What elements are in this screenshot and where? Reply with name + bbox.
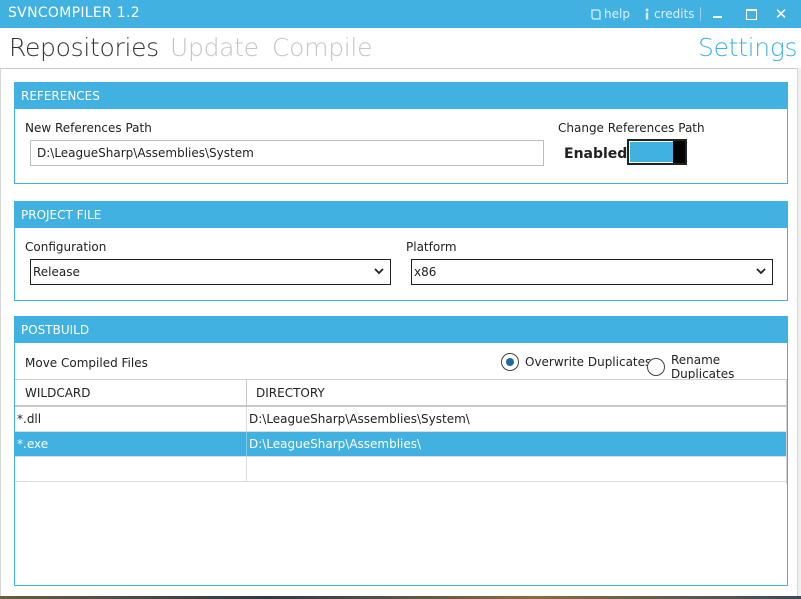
tab-repositories[interactable]: Repositories	[9, 33, 159, 62]
column-separator[interactable]	[246, 380, 247, 406]
cell-separator	[246, 432, 247, 456]
wildcard-cell[interactable]: *.exe	[17, 432, 48, 456]
postbuild-grid: WILDCARD DIRECTORY *.dll D:\LeagueSharp\…	[15, 379, 787, 484]
title-bar: SVNCOMPILER 1.2 help credits ✕	[0, 0, 801, 28]
configuration-value: Release	[33, 265, 80, 279]
directory-cell[interactable]: D:\LeagueSharp\Assemblies\System\	[249, 407, 470, 431]
references-path-input[interactable]: D:\LeagueSharp\Assemblies\System	[30, 140, 544, 166]
close-button[interactable]: ✕	[771, 4, 791, 24]
references-group: REFERENCES New References Path D:\League…	[14, 82, 788, 184]
help-book-icon	[591, 8, 601, 20]
column-header-wildcard[interactable]: WILDCARD	[25, 380, 91, 406]
close-icon: ✕	[774, 5, 788, 23]
chevron-down-icon	[756, 268, 766, 275]
references-path-label: New References Path	[25, 121, 152, 135]
wildcard-cell[interactable]: *.dll	[17, 407, 41, 431]
tab-compile[interactable]: Compile	[272, 33, 372, 62]
cell-separator	[246, 407, 247, 431]
directory-cell[interactable]: D:\LeagueSharp\Assemblies\	[249, 432, 421, 456]
grid-right-border	[786, 379, 787, 484]
move-compiled-label: Move Compiled Files	[25, 356, 148, 370]
column-header-directory[interactable]: DIRECTORY	[256, 380, 325, 406]
rename-duplicates-label: Rename Duplicates	[670, 353, 735, 381]
settings-link[interactable]: Settings	[698, 33, 798, 62]
postbuild-group: POSTBUILD Move Compiled Files Overwrite …	[14, 316, 788, 586]
platform-select[interactable]: x86	[411, 259, 773, 285]
overwrite-duplicates-radio[interactable]: Overwrite Duplicates	[501, 353, 651, 371]
project-file-group: PROJECT FILE Configuration Release Platf…	[14, 201, 788, 301]
radio-unselected-icon	[647, 358, 665, 376]
table-row-selected[interactable]: *.exe D:\LeagueSharp\Assemblies\	[15, 432, 787, 457]
platform-label: Platform	[406, 240, 457, 254]
cell-separator	[246, 457, 247, 482]
toggle-thumb[interactable]	[673, 141, 685, 163]
toggle-fill	[630, 142, 673, 162]
credits-link[interactable]: credits	[643, 7, 695, 21]
postbuild-header: POSTBUILD	[15, 317, 787, 343]
configuration-select[interactable]: Release	[30, 259, 391, 285]
references-header: REFERENCES	[15, 83, 787, 109]
grid-header: WILDCARD DIRECTORY	[15, 379, 787, 407]
toggle-state-label: Enabled	[564, 146, 628, 162]
help-link[interactable]: help	[591, 7, 630, 21]
platform-value: x86	[414, 265, 437, 279]
content-frame-left	[0, 68, 1, 599]
chevron-down-icon	[374, 268, 384, 275]
tab-update[interactable]: Update	[170, 33, 259, 62]
rename-duplicates-radio[interactable]: Rename Duplicates	[647, 353, 787, 381]
configuration-label: Configuration	[25, 240, 107, 254]
nav-divider	[0, 68, 801, 69]
radio-selected-icon	[501, 353, 519, 371]
app-title: SVNCOMPILER 1.2	[8, 5, 140, 21]
title-bar-separator	[700, 7, 701, 21]
maximize-button[interactable]	[741, 4, 761, 24]
project-file-header: PROJECT FILE	[15, 202, 787, 228]
credits-label: credits	[654, 7, 695, 21]
overwrite-duplicates-label: Overwrite Duplicates	[525, 355, 652, 369]
new-row[interactable]	[15, 457, 787, 482]
table-row[interactable]: *.dll D:\LeagueSharp\Assemblies\System\	[15, 407, 787, 432]
change-references-label: Change References Path	[558, 121, 705, 135]
info-icon	[645, 8, 649, 20]
minimize-button[interactable]	[708, 4, 728, 24]
change-references-toggle[interactable]	[627, 139, 687, 165]
help-label: help	[604, 7, 630, 21]
